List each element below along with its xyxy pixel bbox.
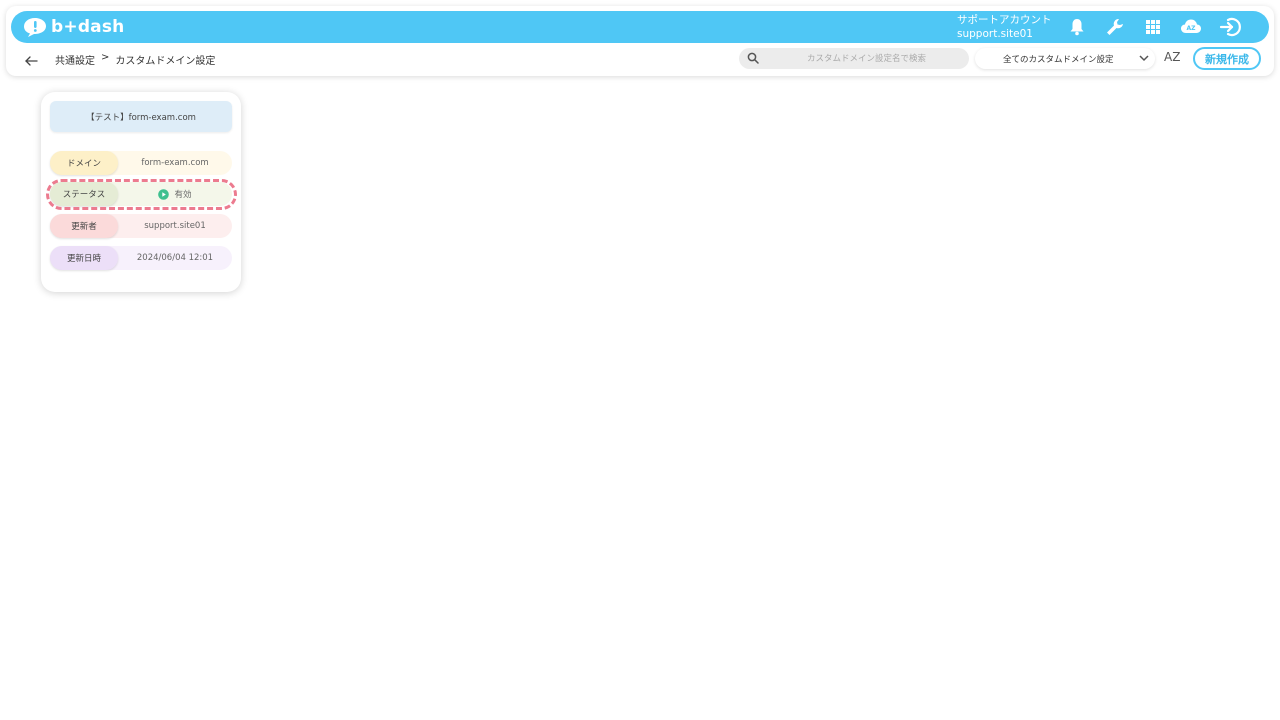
grid-icon[interactable]	[1142, 16, 1164, 38]
back-arrow-icon[interactable]	[24, 52, 40, 66]
breadcrumb: 共通設定 > カスタムドメイン設定	[55, 52, 215, 67]
logo-text: b+dash	[51, 17, 125, 37]
wrench-icon[interactable]	[1104, 16, 1126, 38]
updater-value: support.site01	[144, 221, 206, 231]
chevron-down-icon	[1139, 55, 1149, 62]
svg-text:AZ: AZ	[1187, 25, 1197, 32]
logo-bubble-icon	[24, 18, 46, 37]
new-create-button[interactable]: 新規作成	[1193, 47, 1261, 70]
updater-label: 更新者	[50, 214, 118, 238]
breadcrumb-custom-domain: カスタムドメイン設定	[115, 56, 216, 67]
updated-at-value: 2024/06/04 12:01	[136, 253, 214, 263]
domain-label: ドメイン	[50, 151, 118, 175]
az-cloud-icon[interactable]: AZ	[1180, 16, 1202, 38]
search-input[interactable]	[769, 50, 964, 67]
breadcrumb-common-settings[interactable]: 共通設定	[55, 52, 95, 67]
logo[interactable]: b+dash	[23, 15, 124, 39]
updated-at-label: 更新日時	[50, 246, 118, 270]
sort-az-button[interactable]: AZ	[1164, 50, 1180, 64]
domain-row: ドメイン form-exam.com	[50, 151, 232, 175]
search-icon	[747, 52, 759, 64]
updated-at-row: 更新日時 2024/06/04 12:01	[50, 246, 232, 270]
domain-value: form-exam.com	[141, 158, 209, 168]
card-title[interactable]: 【テスト】form-exam.com	[50, 101, 232, 132]
search-box	[739, 48, 969, 69]
status-highlight-annotation	[46, 179, 237, 210]
bell-icon[interactable]	[1066, 16, 1088, 38]
updater-row: 更新者 support.site01	[50, 214, 232, 238]
account-id: support.site01	[957, 28, 1033, 40]
account-label: サポートアカウント	[957, 14, 1052, 26]
logout-icon[interactable]	[1219, 16, 1241, 38]
account-info[interactable]: サポートアカウント support.site01	[957, 13, 1057, 41]
sub-toolbar: 共通設定 > カスタムドメイン設定 全てのカスタムドメイン設定 AZ 新規作成	[6, 44, 1274, 74]
breadcrumb-separator: >	[101, 52, 110, 63]
filter-select[interactable]: 全てのカスタムドメイン設定	[975, 48, 1155, 69]
top-bar: b+dash サポートアカウント support.site01 AZ	[11, 11, 1269, 43]
filter-select-value: 全てのカスタムドメイン設定	[1003, 54, 1114, 65]
